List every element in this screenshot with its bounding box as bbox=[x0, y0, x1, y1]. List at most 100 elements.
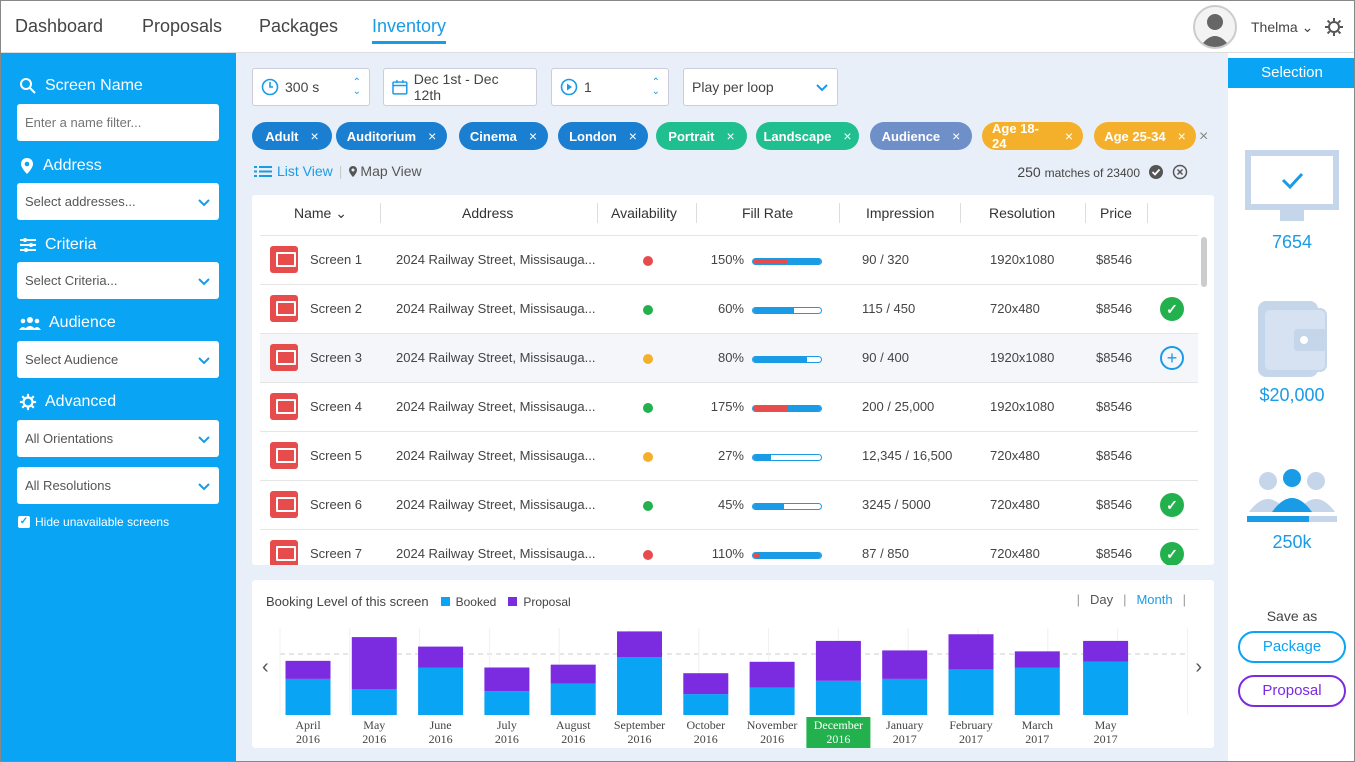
audience-select[interactable]: Select Audience bbox=[17, 341, 219, 378]
bar-proposal[interactable] bbox=[815, 640, 861, 681]
filter-chip[interactable]: Audience × bbox=[870, 122, 972, 150]
x-tick-month[interactable]: January bbox=[886, 718, 923, 732]
loop-stepper[interactable]: 1 ⌃ ⌄ bbox=[551, 68, 669, 106]
save-package-button[interactable]: Package bbox=[1238, 631, 1346, 663]
user-menu[interactable]: Thelma ⌄ bbox=[1251, 19, 1313, 36]
clear-chips-icon[interactable]: × bbox=[1199, 128, 1208, 146]
table-scrollbar[interactable] bbox=[1201, 237, 1207, 287]
gear-icon[interactable] bbox=[1324, 17, 1344, 37]
filter-chip[interactable]: Adult × bbox=[252, 122, 332, 150]
column-header-fill-rate[interactable]: Fill Rate bbox=[742, 205, 793, 221]
selected-check-icon[interactable]: ✓ bbox=[1160, 297, 1184, 321]
chip-remove-icon[interactable]: × bbox=[843, 128, 851, 144]
table-row[interactable]: Screen 4 2024 Railway Street, Missisauga.… bbox=[260, 382, 1198, 431]
x-tick-month[interactable]: May bbox=[1095, 718, 1117, 732]
bar-booked[interactable] bbox=[882, 678, 928, 715]
filter-chip[interactable]: Auditorium × bbox=[336, 122, 447, 150]
selected-check-icon[interactable]: ✓ bbox=[1160, 542, 1184, 565]
x-tick-month[interactable]: September bbox=[614, 718, 665, 732]
bar-booked[interactable] bbox=[749, 687, 795, 715]
bar-booked[interactable] bbox=[351, 689, 397, 715]
bar-booked[interactable] bbox=[683, 694, 729, 715]
filter-chip[interactable]: Age 18-24 × bbox=[982, 121, 1083, 151]
bar-proposal[interactable] bbox=[683, 673, 729, 695]
list-view-button[interactable]: List View bbox=[254, 163, 333, 179]
bar-booked[interactable] bbox=[948, 669, 994, 715]
bar-proposal[interactable] bbox=[749, 661, 795, 688]
x-tick-month[interactable]: December bbox=[814, 718, 863, 732]
bar-proposal[interactable] bbox=[550, 664, 596, 684]
table-row[interactable]: Screen 3 2024 Railway Street, Missisauga.… bbox=[260, 333, 1198, 382]
filter-chip[interactable]: Landscape × bbox=[756, 122, 859, 150]
chip-remove-icon[interactable]: × bbox=[1065, 128, 1073, 144]
x-tick-month[interactable]: November bbox=[747, 718, 798, 732]
bar-booked[interactable] bbox=[815, 680, 861, 715]
bar-booked[interactable] bbox=[285, 678, 331, 715]
filter-chip[interactable]: Portrait × bbox=[656, 122, 747, 150]
orientation-select[interactable]: All Orientations bbox=[17, 420, 219, 457]
column-header-price[interactable]: Price bbox=[1100, 205, 1132, 221]
bar-proposal[interactable] bbox=[617, 631, 662, 658]
chip-remove-icon[interactable]: × bbox=[1178, 128, 1186, 144]
nav-tab-proposals[interactable]: Proposals bbox=[142, 16, 222, 37]
save-proposal-button[interactable]: Proposal bbox=[1238, 675, 1346, 707]
nav-tab-packages[interactable]: Packages bbox=[259, 16, 338, 37]
selected-check-icon[interactable]: ✓ bbox=[1160, 493, 1184, 517]
bar-proposal[interactable] bbox=[285, 660, 331, 679]
x-tick-month[interactable]: June bbox=[430, 718, 452, 732]
bar-booked[interactable] bbox=[484, 691, 530, 715]
bar-proposal[interactable] bbox=[418, 646, 464, 668]
x-tick-month[interactable]: February bbox=[949, 718, 992, 732]
add-circle-icon[interactable]: + bbox=[1160, 346, 1184, 370]
stepper-arrows-icon[interactable]: ⌃ ⌄ bbox=[652, 78, 660, 97]
filter-chip[interactable]: Age 25-34 × bbox=[1094, 122, 1196, 150]
bar-booked[interactable] bbox=[418, 667, 464, 716]
column-header-name[interactable]: Name ⌄ bbox=[294, 205, 347, 222]
criteria-select[interactable]: Select Criteria... bbox=[17, 262, 219, 299]
screen-name-input[interactable] bbox=[17, 104, 219, 141]
chip-remove-icon[interactable]: × bbox=[629, 128, 637, 144]
map-view-button[interactable]: Map View bbox=[348, 163, 422, 179]
stepper-arrows-icon[interactable]: ⌃ ⌄ bbox=[353, 78, 361, 97]
column-header-resolution[interactable]: Resolution bbox=[989, 205, 1055, 221]
chip-remove-icon[interactable]: × bbox=[529, 128, 537, 144]
column-header-availability[interactable]: Availability bbox=[611, 205, 677, 221]
table-row[interactable]: Screen 5 2024 Railway Street, Missisauga.… bbox=[260, 431, 1198, 480]
table-row[interactable]: Screen 1 2024 Railway Street, Missisauga.… bbox=[260, 235, 1198, 284]
x-tick-month[interactable]: October bbox=[686, 718, 725, 732]
bar-proposal[interactable] bbox=[1083, 640, 1129, 662]
bar-proposal[interactable] bbox=[1014, 651, 1060, 668]
bar-booked[interactable] bbox=[550, 683, 596, 715]
bar-booked[interactable] bbox=[1014, 667, 1060, 716]
table-row[interactable]: Screen 6 2024 Railway Street, Missisauga.… bbox=[260, 480, 1198, 529]
bar-booked[interactable] bbox=[617, 657, 662, 715]
hide-unavailable-checkbox[interactable]: ✓ Hide unavailable screens bbox=[18, 515, 169, 529]
nav-tab-dashboard[interactable]: Dashboard bbox=[15, 16, 103, 37]
chip-remove-icon[interactable]: × bbox=[952, 128, 960, 144]
close-circle-icon[interactable] bbox=[1172, 164, 1188, 180]
bar-proposal[interactable] bbox=[484, 667, 530, 692]
bar-proposal[interactable] bbox=[948, 634, 994, 670]
bar-proposal[interactable] bbox=[882, 650, 928, 679]
chip-remove-icon[interactable]: × bbox=[727, 128, 735, 144]
nav-tab-inventory[interactable]: Inventory bbox=[372, 16, 447, 44]
check-circle-icon[interactable] bbox=[1148, 164, 1164, 180]
filter-chip[interactable]: Cinema × bbox=[459, 122, 548, 150]
duration-stepper[interactable]: 300 s ⌃ ⌄ bbox=[252, 68, 370, 106]
x-tick-month[interactable]: March bbox=[1022, 718, 1053, 732]
column-header-impression[interactable]: Impression bbox=[866, 205, 934, 221]
chip-remove-icon[interactable]: × bbox=[428, 128, 436, 144]
avatar[interactable] bbox=[1193, 5, 1237, 49]
bar-proposal[interactable] bbox=[351, 637, 397, 690]
table-row[interactable]: Screen 2 2024 Railway Street, Missisauga.… bbox=[260, 284, 1198, 333]
x-tick-month[interactable]: April bbox=[295, 718, 321, 732]
filter-chip[interactable]: London × bbox=[558, 122, 648, 150]
address-select[interactable]: Select addresses... bbox=[17, 183, 219, 220]
bar-booked[interactable] bbox=[1083, 661, 1129, 715]
resolution-select[interactable]: All Resolutions bbox=[17, 467, 219, 504]
date-range-picker[interactable]: Dec 1st - Dec 12th bbox=[383, 68, 537, 106]
x-tick-month[interactable]: July bbox=[497, 718, 517, 732]
table-row[interactable]: Screen 7 2024 Railway Street, Missisauga.… bbox=[260, 529, 1198, 565]
x-tick-month[interactable]: August bbox=[556, 718, 591, 732]
play-mode-select[interactable]: Play per loop bbox=[683, 68, 838, 106]
